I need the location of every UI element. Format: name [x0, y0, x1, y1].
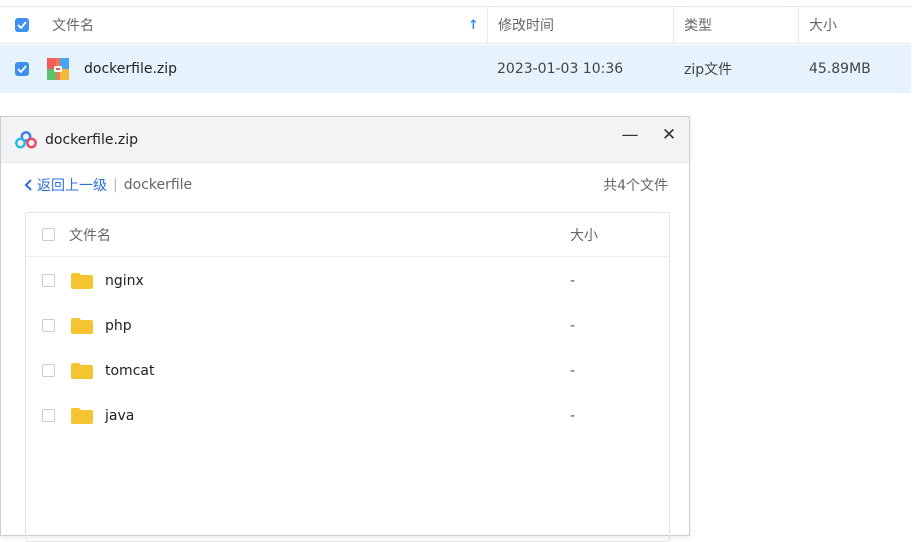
- item-name[interactable]: php: [105, 318, 132, 334]
- column-header-modified[interactable]: 修改时间: [498, 7, 554, 43]
- file-name[interactable]: dockerfile.zip: [84, 45, 177, 93]
- column-divider[interactable]: [798, 7, 799, 43]
- list-item[interactable]: nginx -: [26, 258, 669, 303]
- zip-file-icon: [47, 45, 69, 93]
- column-divider[interactable]: [487, 7, 488, 43]
- breadcrumb: 返回上一级 | dockerfile 共4个文件: [1, 163, 689, 207]
- dialog-title: dockerfile.zip: [45, 131, 139, 148]
- breadcrumb-separator: |: [113, 177, 118, 193]
- archive-preview-dialog: dockerfile.zip — ✕ 返回上一级 | dockerfile 共4…: [0, 116, 690, 542]
- folder-icon: [71, 317, 93, 334]
- minimize-icon: —: [621, 125, 639, 145]
- item-name[interactable]: tomcat: [105, 363, 154, 379]
- baidu-netdisk-logo-icon: [15, 130, 37, 149]
- item-checkbox[interactable]: [42, 409, 55, 422]
- file-count: 共4个文件: [603, 178, 668, 194]
- list-item[interactable]: java -: [26, 393, 669, 438]
- chevron-left-icon: [24, 179, 32, 191]
- item-size: -: [570, 362, 576, 379]
- dialog-titlebar[interactable]: dockerfile.zip — ✕: [1, 117, 689, 163]
- checkbox-checked-icon: [15, 62, 29, 76]
- row-checkbox[interactable]: [15, 45, 29, 93]
- folder-icon: [71, 407, 93, 424]
- item-checkbox[interactable]: [42, 319, 55, 332]
- close-button[interactable]: ✕: [657, 123, 681, 147]
- item-size: -: [570, 317, 576, 334]
- checkbox-checked-icon: [15, 18, 29, 32]
- back-button[interactable]: 返回上一级: [24, 175, 107, 195]
- column-header-size: 大小: [570, 227, 598, 244]
- column-header-name: 文件名: [69, 227, 111, 244]
- column-divider[interactable]: [673, 7, 674, 43]
- column-header-name[interactable]: 文件名: [52, 7, 94, 43]
- archive-file-table: 文件名 大小 nginx - php - tomcat - java -: [25, 212, 670, 542]
- item-name[interactable]: java: [105, 408, 134, 424]
- item-checkbox[interactable]: [42, 274, 55, 287]
- folder-icon: [71, 272, 93, 289]
- column-header-size[interactable]: 大小: [809, 7, 837, 43]
- file-row[interactable]: dockerfile.zip 2023-01-03 10:36 zip文件 45…: [0, 45, 911, 93]
- close-icon: ✕: [661, 125, 677, 145]
- item-name[interactable]: nginx: [105, 273, 144, 289]
- folder-icon: [71, 362, 93, 379]
- item-checkbox[interactable]: [42, 364, 55, 377]
- file-list-header: 文件名 ↑ 修改时间 类型 大小: [0, 6, 911, 44]
- item-size: -: [570, 407, 576, 424]
- minimize-button[interactable]: —: [618, 123, 642, 147]
- list-item[interactable]: tomcat -: [26, 348, 669, 393]
- file-type: zip文件: [684, 62, 733, 78]
- back-label: 返回上一级: [37, 178, 107, 194]
- select-all-checkbox[interactable]: [42, 228, 55, 241]
- file-modified: 2023-01-03 10:36: [497, 61, 624, 77]
- item-size: -: [570, 272, 576, 289]
- archive-table-header: 文件名 大小: [26, 213, 669, 257]
- select-all-checkbox[interactable]: [15, 7, 29, 43]
- sort-ascending-icon[interactable]: ↑: [468, 7, 479, 43]
- breadcrumb-current: dockerfile: [123, 177, 193, 193]
- list-item[interactable]: php -: [26, 303, 669, 348]
- file-size: 45.89MB: [809, 61, 871, 77]
- column-header-type[interactable]: 类型: [684, 7, 712, 43]
